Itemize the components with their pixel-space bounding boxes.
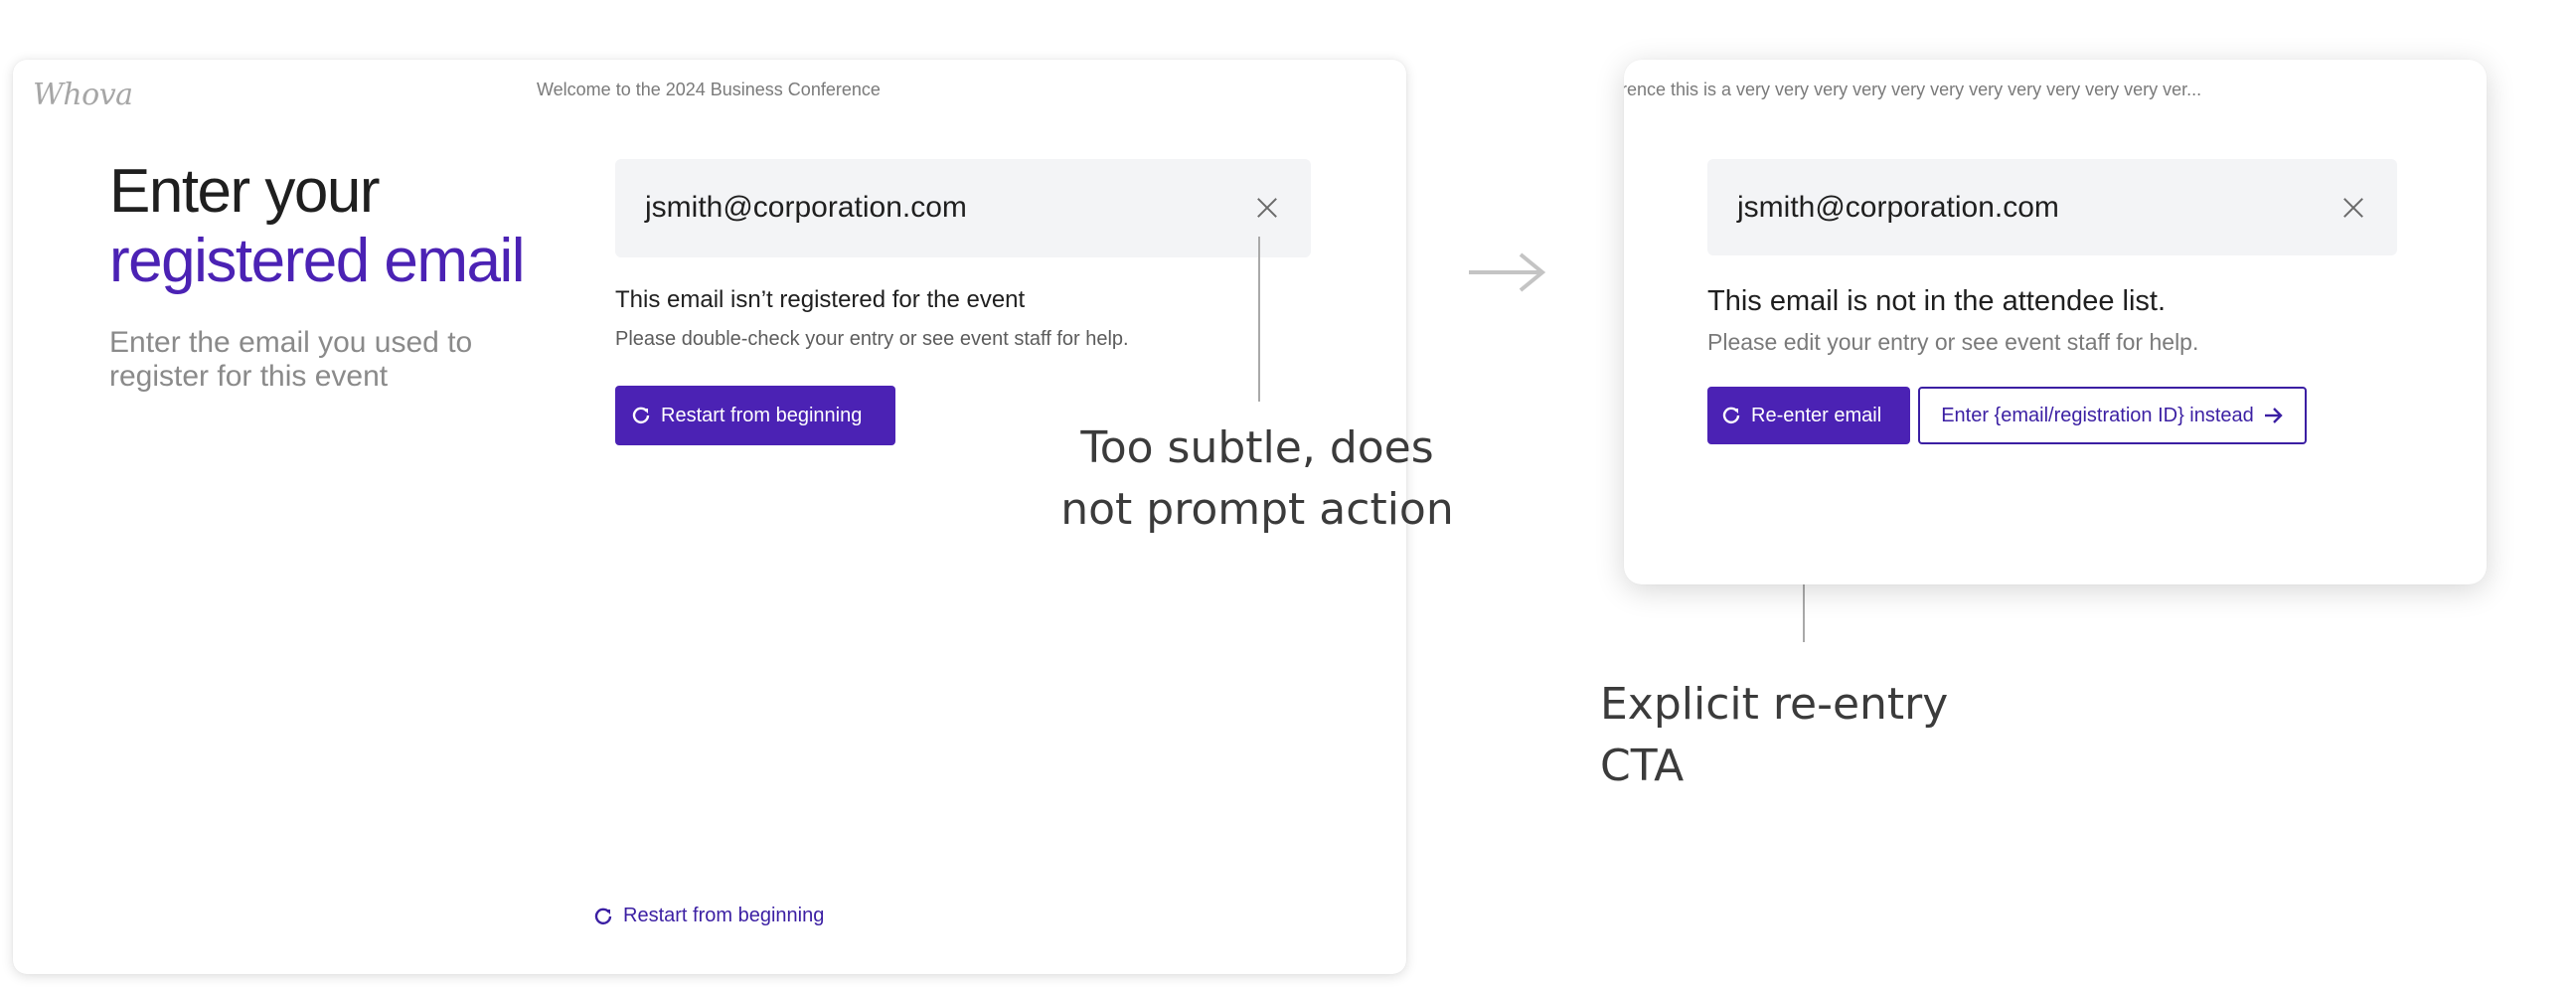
refresh-icon	[632, 407, 650, 424]
error-body: Please edit your entry or see event staf…	[1707, 329, 2199, 355]
close-icon[interactable]	[2342, 197, 2364, 219]
annotation-too-subtle: Too subtle, does not prompt action	[1058, 417, 1456, 541]
page-heading: Enter your registered email	[109, 157, 526, 296]
restart-link[interactable]: Restart from beginning	[593, 905, 824, 927]
error-body: Please double-check your entry or see ev…	[615, 328, 1129, 350]
annotation-leader-left	[1258, 237, 1260, 402]
email-value: jsmith@corporation.com	[645, 191, 967, 224]
email-field[interactable]: jsmith@corporation.com	[615, 159, 1311, 257]
whova-logo: Whova	[33, 78, 133, 112]
alternate-id-label: Enter {email/registration ID} instead	[1941, 404, 2254, 426]
error-title: This email is not in the attendee list.	[1707, 285, 2167, 317]
annotation-line-1: Too subtle, does	[1080, 422, 1434, 473]
heading-line-1: Enter your	[109, 157, 381, 226]
heading-line-2: registered email	[109, 227, 526, 295]
restart-button[interactable]: Restart from beginning	[615, 386, 895, 445]
email-field[interactable]: jsmith@corporation.com	[1707, 159, 2397, 255]
arrow-right-icon	[2264, 408, 2283, 423]
event-title: Welcome to the 2024 Business Conference	[537, 80, 881, 99]
restart-link-label: Restart from beginning	[623, 905, 825, 926]
refresh-icon	[1722, 407, 1740, 424]
annotation-explicit-cta: Explicit re-entry CTA	[1600, 679, 1949, 791]
error-title: This email isn’t registered for the even…	[615, 286, 1026, 313]
event-title: rence this is a very very very very very…	[1624, 80, 2202, 99]
refresh-icon	[594, 908, 612, 924]
re-enter-email-label: Re-enter email	[1751, 404, 1882, 426]
restart-button-label: Restart from beginning	[661, 404, 863, 426]
after-screen: rence this is a very very very very very…	[1624, 60, 2487, 584]
re-enter-email-button[interactable]: Re-enter email	[1707, 387, 1910, 444]
comparison-stage: Whova Welcome to the 2024 Business Confe…	[0, 0, 2576, 995]
transition-arrow-icon	[1469, 252, 1546, 292]
email-value: jsmith@corporation.com	[1737, 191, 2059, 224]
alternate-id-button[interactable]: Enter {email/registration ID} instead	[1918, 387, 2307, 444]
close-icon[interactable]	[1256, 197, 1278, 219]
page-subheading: Enter the email you used to register for…	[109, 326, 473, 393]
annotation-line-2: not prompt action	[1060, 484, 1454, 535]
